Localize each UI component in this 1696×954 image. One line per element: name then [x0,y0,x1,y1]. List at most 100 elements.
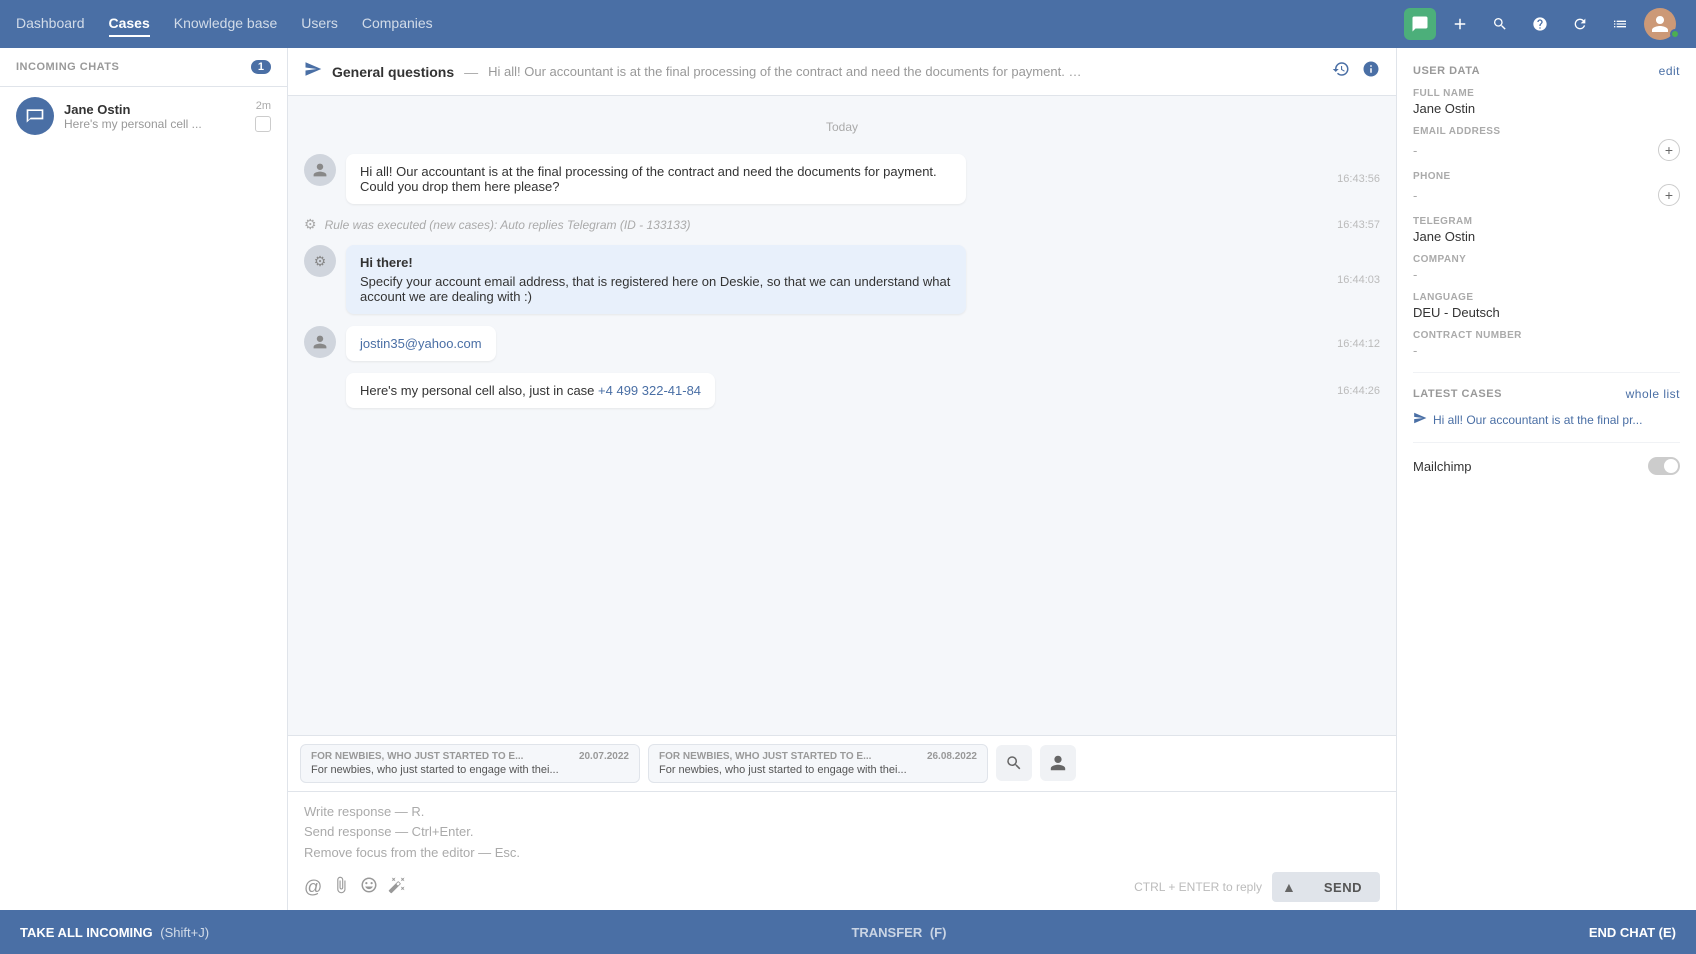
edit-link[interactable]: edit [1659,64,1680,78]
refresh-icon-btn[interactable] [1564,8,1596,40]
sidebar-header: INCOMING CHATS 1 [0,48,287,87]
attach-btn[interactable] [332,876,350,899]
message-text-5: Here's my personal cell also, just in ca… [360,383,598,398]
chat-preview: Here's my personal cell ... [64,117,245,131]
template-user-btn[interactable] [1040,745,1076,781]
end-chat-btn[interactable]: END CHAT (E) [1589,925,1676,940]
mailchimp-row: Mailchimp [1413,457,1680,475]
main-content: INCOMING CHATS 1 Jane Ostin Here's my pe… [0,48,1696,910]
mailchimp-toggle[interactable] [1648,457,1680,475]
transfer-label: TRANSFER [851,925,922,940]
compose-area: Write response — R. Send response — Ctrl… [288,791,1396,910]
gear-icon-2: ⚙ [314,253,327,270]
system-message-2: Rule was executed (new cases): Auto repl… [325,218,691,232]
bot-avatar-3: ⚙ [304,245,336,277]
nav-users[interactable]: Users [301,11,338,37]
compose-hint-3: Remove focus from the editor — Esc. [304,843,1380,864]
template-header-1: FOR NEWBIES, WHO JUST STARTED TO E... 20… [311,751,629,762]
help-icon-btn[interactable] [1524,8,1556,40]
bottom-bar: TAKE ALL INCOMING (Shift+J) TRANSFER (F)… [0,910,1696,954]
grid-icon-btn[interactable] [1604,8,1636,40]
message-time-3: 16:44:03 [1337,274,1380,286]
transfer-btn[interactable]: TRANSFER (F) [851,925,946,940]
gear-icon-1: ⚙ [304,216,317,233]
user-avatar-group[interactable] [1644,8,1680,40]
phone-row: - + [1413,184,1680,206]
template-date-1: 20.07.2022 [579,751,629,762]
chat-info: Jane Ostin Here's my personal cell ... [64,102,245,131]
message-text-1: Hi all! Our accountant is at the final p… [360,164,937,194]
case-icon-1 [1413,411,1427,428]
history-icon-btn[interactable] [1332,60,1350,83]
chat-item[interactable]: Jane Ostin Here's my personal cell ... 2… [0,87,287,145]
compose-hint-1: Write response — R. [304,802,1380,823]
nav-companies[interactable]: Companies [362,11,433,37]
search-icon-btn[interactable] [1484,8,1516,40]
compose-toolbar: @ CTRL + ENTER to reply ▲ SEND [304,872,1380,902]
top-nav: Dashboard Cases Knowledge base Users Com… [0,0,1696,48]
message-row-2: ⚙ Rule was executed (new cases): Auto re… [304,216,1380,233]
compose-input[interactable]: Write response — R. Send response — Ctrl… [304,802,1380,864]
template-search-btn[interactable] [996,745,1032,781]
add-phone-btn[interactable]: + [1658,184,1680,206]
latest-cases-section: LATEST CASES whole list [1413,387,1680,401]
template-body-1: For newbies, who just started to engage … [311,764,629,776]
toggle-knob [1664,459,1678,473]
telegram-value: Jane Ostin [1413,229,1680,244]
mailchimp-label: Mailchimp [1413,459,1472,474]
date-divider: Today [304,120,1380,134]
nav-icons [1404,8,1680,40]
chat-header: General questions — Hi all! Our accounta… [288,48,1396,96]
message-bubble-5: Here's my personal cell also, just in ca… [346,373,715,408]
sidebar-title: INCOMING CHATS [16,61,119,73]
contract-label: CONTRACT NUMBER [1413,330,1680,341]
sidebar: INCOMING CHATS 1 Jane Ostin Here's my pe… [0,48,288,910]
send-options-btn[interactable]: ▲ [1272,872,1306,902]
send-button-group: ▲ SEND [1272,872,1380,902]
template-card-1[interactable]: FOR NEWBIES, WHO JUST STARTED TO E... 20… [300,744,640,783]
template-card-2[interactable]: FOR NEWBIES, WHO JUST STARTED TO E... 26… [648,744,988,783]
chat-avatar [16,97,54,135]
bot-title: Hi there! [360,255,952,270]
nav-cases[interactable]: Cases [109,11,150,37]
mention-btn[interactable]: @ [304,877,322,898]
templates-bar: FOR NEWBIES, WHO JUST STARTED TO E... 20… [288,735,1396,791]
message-text-3: Specify your account email address, that… [360,274,950,304]
messages-container: Today Hi all! Our accountant is at the f… [288,96,1396,735]
message-row-5: Here's my personal cell also, just in ca… [304,373,1380,408]
full-name-value: Jane Ostin [1413,101,1680,116]
user-avatar-1 [304,154,336,186]
language-label: LANGUAGE [1413,292,1680,303]
compose-hint-2: Send response — Ctrl+Enter. [304,822,1380,843]
whole-list-link[interactable]: whole list [1626,387,1680,401]
message-time-2: 16:43:57 [1337,219,1380,231]
send-button[interactable]: SEND [1306,872,1380,902]
case-text-1[interactable]: Hi all! Our accountant is at the final p… [1433,413,1642,427]
take-all-shortcut: (Shift+J) [160,925,209,940]
nav-dashboard[interactable]: Dashboard [16,11,85,37]
panel-divider-2 [1413,442,1680,443]
telegram-label: TELEGRAM [1413,216,1680,227]
incoming-badge: 1 [251,60,271,74]
add-email-btn[interactable]: + [1658,139,1680,161]
company-value: - [1413,267,1680,282]
nav-knowledge-base[interactable]: Knowledge base [174,11,278,37]
status-indicator [1670,29,1680,39]
email-value: - [1413,143,1417,158]
take-all-label: TAKE ALL INCOMING [20,925,153,940]
chat-checkbox[interactable] [255,116,271,132]
info-icon-btn[interactable] [1362,60,1380,83]
phone-link[interactable]: +4 499 322-41-84 [598,383,701,398]
message-time-4: 16:44:12 [1337,338,1380,350]
chat-icon-btn[interactable] [1404,8,1436,40]
add-icon-btn[interactable] [1444,8,1476,40]
message-bubble-1: Hi all! Our accountant is at the final p… [346,154,966,204]
email-link[interactable]: jostin35@yahoo.com [360,336,482,351]
magic-btn[interactable] [388,876,406,899]
chat-header-actions [1332,60,1380,83]
template-title-2: FOR NEWBIES, WHO JUST STARTED TO E... [659,751,871,762]
take-all-btn[interactable]: TAKE ALL INCOMING (Shift+J) [20,925,209,940]
nav-links: Dashboard Cases Knowledge base Users Com… [16,11,1404,37]
full-name-label: FULL NAME [1413,88,1680,99]
emoji-btn[interactable] [360,876,378,899]
